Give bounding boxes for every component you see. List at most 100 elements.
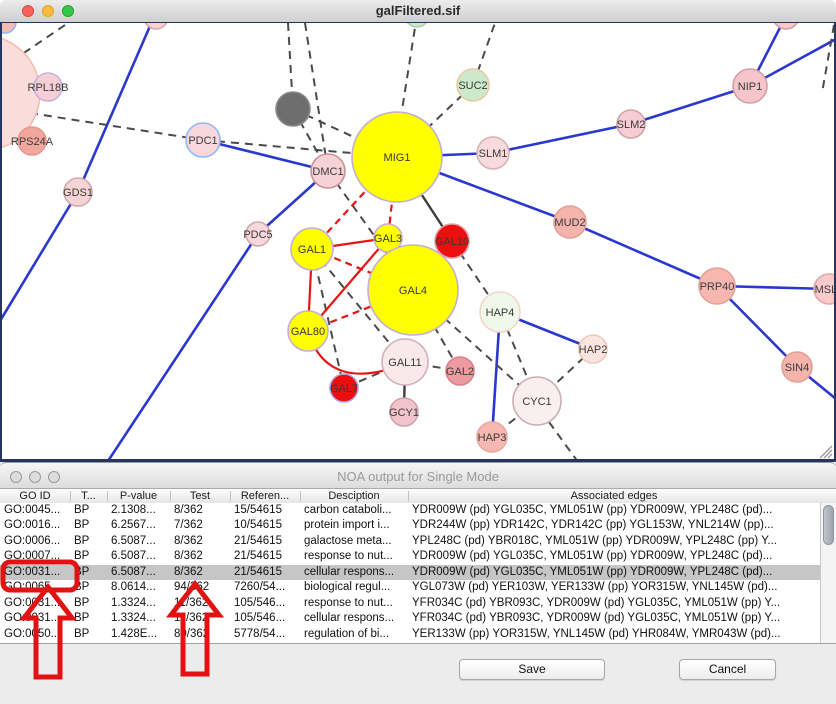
node-label: GAL11 [388, 357, 421, 369]
cell-type: BP [70, 566, 107, 578]
header-separator [170, 491, 171, 501]
cell-description: carbon cataboli... [300, 504, 408, 516]
column-header-description[interactable]: Desciption [300, 490, 408, 502]
table-row[interactable]: GO:0065...BP8.0614...94/3627260/54...bio… [0, 580, 820, 595]
cell-type: BP [70, 628, 107, 640]
cell-reference: 21/54615 [230, 566, 300, 578]
column-header-p_value[interactable]: P-value [107, 490, 170, 502]
cell-p_value: 1.428E... [107, 628, 170, 640]
cell-go_id: GO:0007... [0, 550, 70, 562]
cell-test: 8/362 [170, 504, 230, 516]
node-label: PDC1 [188, 135, 217, 147]
node-label: GAL7 [330, 383, 358, 395]
table-row[interactable]: GO:0050...BP1.428E...80/3625778/54...reg… [0, 627, 820, 642]
network-canvas[interactable]: RPL18BRPS24AGDS1PDC1DMC1MIG1SUC2SLM1SLM2… [0, 22, 836, 462]
node-gray-node[interactable] [276, 92, 310, 126]
cell-test: 11/362 [170, 612, 230, 624]
cell-type: BP [70, 550, 107, 562]
table-header[interactable]: GO IDT...P-valueTestReferen...Desciption… [0, 489, 836, 504]
node-top-green-node[interactable] [405, 23, 429, 27]
edge-pp[interactable] [108, 234, 258, 459]
vertical-scrollbar[interactable] [820, 503, 836, 643]
node-label: HAP2 [579, 344, 608, 356]
divider [0, 643, 836, 644]
node-label: RPL18B [28, 82, 69, 94]
resize-grip[interactable] [820, 446, 832, 458]
node-label: DMC1 [312, 166, 343, 178]
cell-assoc: YDR009W (pd) YGL035C, YML051W (pp) YDR00… [408, 566, 820, 578]
node-label: GDS1 [63, 187, 93, 199]
window-title: galFiltered.sif [0, 3, 836, 18]
cell-p_value: 8.0614... [107, 581, 170, 593]
edge-pp[interactable] [631, 86, 750, 124]
network-titlebar[interactable]: galFiltered.sif [0, 0, 836, 23]
cell-test: 80/362 [170, 628, 230, 640]
cell-p_value: 1.3324... [107, 597, 170, 609]
cell-go_id: GO:0031... [0, 612, 70, 624]
cell-assoc: YFR034C (pd) YBR093C, YDR009W (pd) YGL03… [408, 612, 820, 624]
table-row[interactable]: GO:0006...BP6.5087...8/36221/54615galact… [0, 534, 820, 549]
table-row[interactable]: GO:0031...BP1.3324...11/362105/546...res… [0, 596, 820, 611]
cell-description: biological regul... [300, 581, 408, 593]
cell-description: response to nut... [300, 597, 408, 609]
cell-p_value: 1.3324... [107, 612, 170, 624]
cell-go_id: GO:0045... [0, 504, 70, 516]
table-row[interactable]: GO:0016...BP6.2567...7/36210/54615protei… [0, 518, 820, 533]
node-label: GAL3 [374, 233, 402, 245]
cell-type: BP [70, 612, 107, 624]
cell-description: cellular respons... [300, 566, 408, 578]
column-header-reference[interactable]: Referen... [230, 490, 300, 502]
node-label: NIP1 [738, 81, 762, 93]
edge-pd[interactable] [30, 113, 203, 140]
table-row-selected[interactable]: GO:0031...BP6.5087...8/36221/54615cellul… [0, 565, 820, 580]
cell-assoc: YFR034C (pd) YBR093C, YDR009W (pd) YGL03… [408, 597, 820, 609]
header-separator [230, 491, 231, 501]
edge-pp[interactable] [493, 124, 631, 153]
node-top-right-node[interactable] [773, 23, 799, 29]
cell-assoc: YPL248C (pd) YBR018C, YML051W (pp) YDR00… [408, 535, 820, 547]
noa-window-title: NOA output for Single Mode [0, 469, 836, 484]
scrollbar-thumb[interactable] [823, 505, 834, 545]
node-top-center-node[interactable] [144, 23, 168, 29]
header-separator [300, 491, 301, 501]
cell-reference: 7260/54... [230, 581, 300, 593]
noa-titlebar[interactable]: NOA output for Single Mode [0, 462, 836, 489]
cell-test: 8/362 [170, 535, 230, 547]
cell-reference: 105/546... [230, 597, 300, 609]
cell-assoc: YDR009W (pd) YGL035C, YML051W (pp) YDR00… [408, 550, 820, 562]
edge-pp[interactable] [78, 26, 150, 192]
cell-test: 8/362 [170, 550, 230, 562]
column-header-go_id[interactable]: GO ID [0, 490, 70, 502]
node-label: GAL80 [291, 326, 325, 338]
node-label: GAL2 [446, 366, 474, 378]
column-header-assoc[interactable]: Associated edges [408, 490, 820, 502]
column-header-type[interactable]: T... [70, 490, 107, 502]
column-header-test[interactable]: Test [170, 490, 230, 502]
cell-assoc: YDR009W (pd) YGL035C, YML051W (pp) YDR00… [408, 504, 820, 516]
edge-pd[interactable] [549, 422, 578, 459]
cell-go_id: GO:0065... [0, 581, 70, 593]
cell-description: galactose meta... [300, 535, 408, 547]
cell-assoc: YER133W (pp) YOR315W, YNL145W (pd) YHR08… [408, 628, 820, 640]
node-label: PDC5 [243, 229, 272, 241]
save-button[interactable]: Save [459, 659, 605, 680]
cancel-button[interactable]: Cancel [679, 659, 776, 680]
cell-description: cellular respons... [300, 612, 408, 624]
cell-assoc: YDR244W (pp) YDR142C, YDR142C (pp) YGL15… [408, 519, 820, 531]
node-label: MSL5 [815, 284, 834, 296]
edge-pp[interactable] [2, 192, 78, 321]
table-body: GO:0045...BP2.1308...8/36215/54615carbon… [0, 503, 820, 643]
edge-pd[interactable] [822, 25, 834, 93]
table-row[interactable]: GO:0031...BP1.3324...11/362105/546...cel… [0, 611, 820, 626]
noa-output-window: NOA output for Single Mode GO IDT...P-va… [0, 462, 836, 704]
cell-reference: 15/54615 [230, 504, 300, 516]
node-corner-node[interactable] [2, 23, 16, 33]
table-row[interactable]: GO:0045...BP2.1308...8/36215/54615carbon… [0, 503, 820, 518]
cell-description: regulation of bi... [300, 628, 408, 640]
cell-reference: 21/54615 [230, 550, 300, 562]
cell-p_value: 6.2567... [107, 519, 170, 531]
table-row[interactable]: GO:0007...BP6.5087...8/36221/54615respon… [0, 549, 820, 564]
cell-test: 7/362 [170, 519, 230, 531]
edge-pp[interactable] [570, 222, 717, 286]
cell-go_id: GO:0031... [0, 597, 70, 609]
